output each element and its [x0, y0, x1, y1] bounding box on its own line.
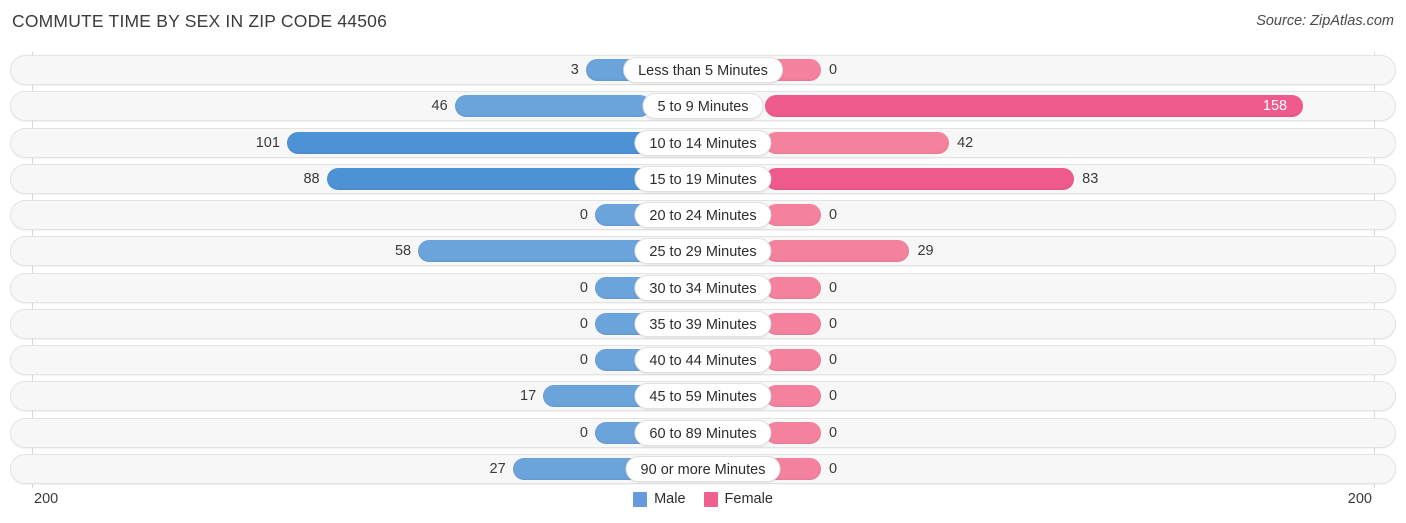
female-value-label: 29 — [917, 243, 934, 260]
category-label-pill[interactable]: 30 to 34 Minutes — [634, 274, 772, 301]
female-value-label: 0 — [829, 315, 838, 332]
category-label-pill[interactable]: 60 to 89 Minutes — [634, 419, 772, 446]
male-value-label: 101 — [255, 134, 280, 151]
female-bar[interactable] — [765, 240, 910, 263]
table-row[interactable]: 88 83 15 to 19 Minutes — [10, 163, 1396, 194]
male-value-label: 3 — [570, 62, 579, 78]
female-bar[interactable] — [765, 349, 821, 371]
category-label-pill[interactable]: 90 or more Minutes — [625, 455, 781, 482]
female-value-label: 0 — [829, 279, 838, 296]
female-bar[interactable] — [765, 385, 821, 408]
female-bar[interactable] — [765, 167, 1075, 190]
legend-swatch-icon — [633, 491, 648, 507]
legend-item-male[interactable]: Male — [633, 491, 686, 507]
female-value-label: 0 — [829, 207, 838, 223]
female-bar[interactable] — [765, 204, 821, 226]
male-value-label: 0 — [579, 279, 588, 296]
male-value-label: 88 — [303, 170, 320, 187]
male-bar[interactable] — [326, 167, 651, 190]
table-row[interactable]: 0 0 35 to 39 Minutes — [10, 308, 1396, 339]
chart-legend: Male Female — [0, 491, 1406, 507]
plot-area: 3 0 Less than 5 Minutes 46 158 5 to 9 Minutes… — [0, 52, 1406, 488]
category-label-pill[interactable]: 40 to 44 Minutes — [634, 347, 772, 373]
source-attribution: Source: ZipAtlas.com — [1256, 13, 1394, 29]
female-value-label: 0 — [829, 424, 838, 441]
legend-label: Male — [654, 491, 686, 507]
female-value-label: 83 — [1082, 170, 1099, 187]
female-value-label: 42 — [957, 134, 974, 151]
male-value-label: 0 — [579, 424, 588, 441]
table-row[interactable]: 3 0 Less than 5 Minutes — [10, 55, 1396, 85]
table-row[interactable]: 0 0 60 to 89 Minutes — [10, 417, 1396, 448]
category-label-pill[interactable]: 20 to 24 Minutes — [634, 202, 772, 228]
female-bar[interactable] — [765, 421, 821, 444]
category-label-pill[interactable]: 15 to 19 Minutes — [634, 165, 772, 192]
table-row[interactable]: 0 0 20 to 24 Minutes — [10, 200, 1396, 230]
female-value-label: 158 — [1262, 98, 1288, 115]
male-value-label: 0 — [579, 207, 588, 223]
category-label-pill[interactable]: 25 to 29 Minutes — [634, 238, 772, 265]
category-label-pill[interactable]: 45 to 59 Minutes — [634, 383, 772, 410]
female-value-label: 0 — [829, 460, 838, 477]
male-bar[interactable] — [286, 131, 651, 154]
male-value-label: 17 — [520, 388, 537, 405]
male-value-label: 46 — [431, 98, 448, 115]
female-bar[interactable] — [765, 131, 950, 154]
table-row[interactable]: 46 158 5 to 9 Minutes — [10, 91, 1396, 122]
table-row[interactable]: 101 42 10 to 14 Minutes — [10, 127, 1396, 158]
male-value-label: 58 — [394, 243, 412, 260]
male-value-label: 0 — [579, 315, 588, 332]
table-row[interactable]: 58 29 25 to 29 Minutes — [10, 236, 1396, 267]
chart-root: COMMUTE TIME BY SEX IN ZIP CODE 44506 So… — [0, 0, 1406, 523]
female-value-label: 0 — [829, 352, 838, 368]
female-value-label: 0 — [829, 388, 838, 405]
female-bar[interactable] — [765, 276, 821, 299]
male-value-label: 27 — [489, 460, 506, 477]
category-label-pill[interactable]: Less than 5 Minutes — [623, 57, 783, 83]
table-row[interactable]: 27 0 90 or more Minutes — [10, 453, 1396, 484]
male-bar[interactable] — [454, 95, 651, 118]
legend-item-female[interactable]: Female — [703, 491, 773, 507]
table-row[interactable]: 0 0 30 to 34 Minutes — [10, 272, 1396, 303]
table-row[interactable]: 0 0 40 to 44 Minutes — [10, 345, 1396, 375]
chart-footer: 200 200 Male Female — [0, 488, 1406, 523]
female-bar[interactable] — [765, 95, 1303, 118]
male-value-label: 0 — [579, 352, 588, 368]
page-title: COMMUTE TIME BY SEX IN ZIP CODE 44506 — [12, 11, 388, 31]
legend-swatch-icon — [703, 491, 718, 507]
legend-label: Female — [724, 491, 773, 507]
category-label-pill[interactable]: 5 to 9 Minutes — [642, 93, 764, 120]
category-label-pill[interactable]: 35 to 39 Minutes — [634, 310, 772, 337]
category-label-pill[interactable]: 10 to 14 Minutes — [634, 129, 772, 156]
female-value-label: 0 — [829, 62, 838, 78]
male-bar[interactable] — [418, 240, 651, 263]
female-bar[interactable] — [765, 312, 821, 335]
table-row[interactable]: 17 0 45 to 59 Minutes — [10, 381, 1396, 412]
